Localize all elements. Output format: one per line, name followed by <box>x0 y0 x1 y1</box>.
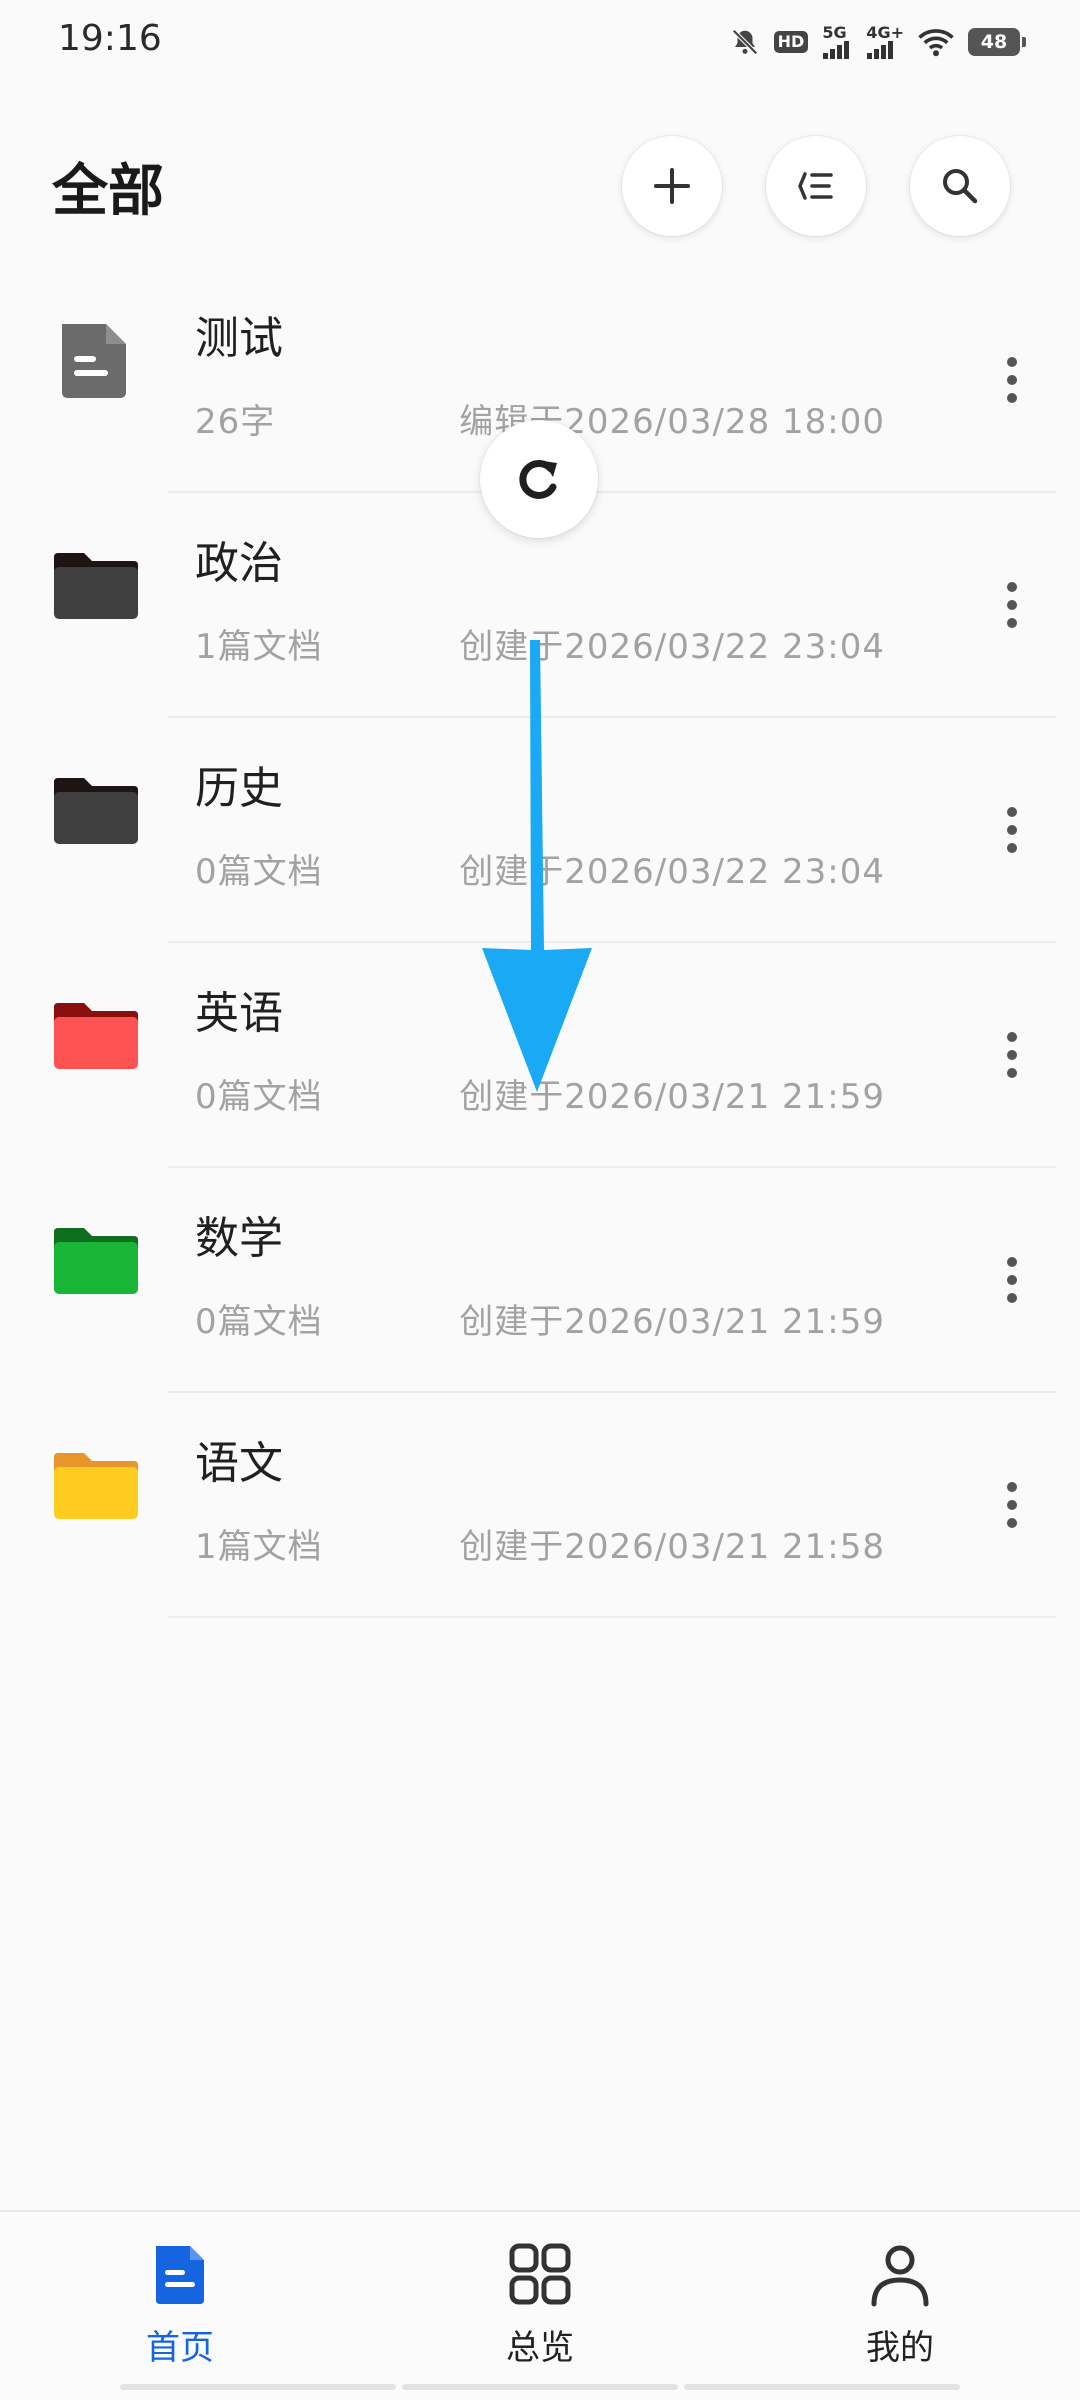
list-item[interactable]: 数学 0篇文档 创建于2026/03/21 21:59 <box>0 1168 1080 1393</box>
net-label-5g: 5G <box>822 23 847 42</box>
more-options-icon[interactable] <box>984 1015 1040 1095</box>
nav-label: 总览 <box>506 2328 574 2368</box>
4g-signal-icon: 4G+ <box>866 25 904 59</box>
item-name: 测试 <box>195 313 283 364</box>
folder-icon <box>52 770 140 850</box>
search-icon <box>943 169 978 204</box>
nav-label: 首页 <box>146 2328 214 2368</box>
item-date: 创建于2026/03/21 21:59 <box>459 1302 885 1342</box>
add-icon <box>654 168 690 204</box>
search-button[interactable] <box>910 136 1010 236</box>
net-label-4g: 4G+ <box>866 23 904 42</box>
item-meta: 1篇文档 <box>195 1527 323 1567</box>
refresh-icon <box>519 459 557 499</box>
folder-icon <box>52 1445 140 1525</box>
home-indicator <box>120 2384 960 2390</box>
item-name: 政治 <box>195 538 283 589</box>
item-meta: 0篇文档 <box>195 1077 323 1117</box>
status-icons: HD 5G 4G+ 48 <box>730 22 1026 62</box>
more-options-icon[interactable] <box>984 340 1040 420</box>
swipe-down-arrow-icon <box>482 640 592 1092</box>
sort-button[interactable] <box>766 136 866 236</box>
nav-home[interactable]: 首页 <box>80 2240 280 2390</box>
more-options-icon[interactable] <box>984 790 1040 870</box>
folder-icon <box>52 995 140 1075</box>
person-icon <box>871 2245 929 2307</box>
nav-label: 我的 <box>866 2328 934 2368</box>
home-document-icon <box>156 2246 204 2304</box>
more-options-icon[interactable] <box>984 1240 1040 1320</box>
more-options-icon[interactable] <box>984 565 1040 645</box>
wifi-icon <box>918 27 954 57</box>
item-meta: 0篇文档 <box>195 1302 323 1342</box>
add-button[interactable] <box>622 136 722 236</box>
page-title: 全部 <box>52 159 164 224</box>
grid-icon <box>509 2243 571 2305</box>
item-meta: 26字 <box>195 402 276 442</box>
refresh-indicator <box>480 420 598 538</box>
document-icon <box>52 320 140 400</box>
bell-off-icon <box>730 27 760 57</box>
item-meta: 0篇文档 <box>195 852 323 892</box>
folder-icon <box>52 545 140 625</box>
status-bar: 19:16 HD 5G 4G+ 48 <box>0 0 1080 80</box>
status-time: 19:16 <box>58 18 162 59</box>
nav-overview[interactable]: 总览 <box>440 2240 640 2390</box>
5g-signal-icon: 5G <box>822 25 852 59</box>
list-icon <box>798 172 833 200</box>
item-name: 语文 <box>195 1438 283 1489</box>
folder-icon <box>52 1220 140 1300</box>
more-options-icon[interactable] <box>984 1465 1040 1545</box>
item-name: 数学 <box>195 1213 283 1264</box>
item-name: 英语 <box>195 988 283 1039</box>
battery-icon: 48 <box>968 28 1026 56</box>
item-name: 历史 <box>195 763 283 814</box>
hd-icon: HD <box>773 31 809 53</box>
item-meta: 1篇文档 <box>195 627 323 667</box>
bottom-nav: 首页 总览 我的 <box>0 2210 1080 2400</box>
item-date: 创建于2026/03/21 21:58 <box>459 1527 885 1567</box>
battery-level: 48 <box>980 31 1008 53</box>
list-item[interactable]: 语文 1篇文档 创建于2026/03/21 21:58 <box>0 1393 1080 1618</box>
divider <box>168 1616 1056 1618</box>
nav-profile[interactable]: 我的 <box>800 2240 1000 2390</box>
